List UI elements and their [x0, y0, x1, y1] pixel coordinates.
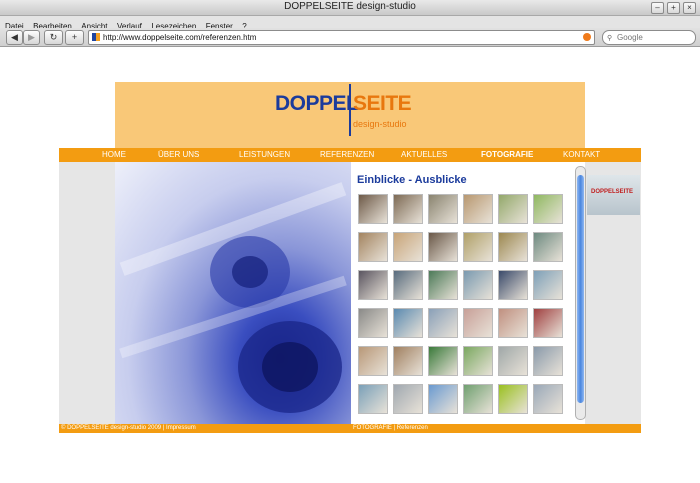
search-input[interactable] — [617, 31, 689, 43]
gallery-thumbnail[interactable] — [463, 346, 493, 376]
logo-seite[interactable]: SEITE — [353, 92, 412, 116]
gallery-thumbnail[interactable] — [393, 384, 423, 414]
window-controls: – + × — [651, 2, 696, 14]
nav-referenzen[interactable]: REFERENZEN — [320, 150, 374, 159]
url-input[interactable] — [103, 31, 563, 43]
logo-doppel[interactable]: DOPPEL — [275, 92, 359, 116]
rss-icon[interactable] — [583, 33, 591, 41]
gallery-thumbnail[interactable] — [358, 384, 388, 414]
gallery-thumbnail[interactable] — [358, 308, 388, 338]
gallery-thumbnail[interactable] — [533, 346, 563, 376]
gallery-thumbnail[interactable] — [533, 384, 563, 414]
forward-button[interactable]: ▶ — [23, 30, 40, 45]
gallery-thumbnail[interactable] — [498, 232, 528, 262]
search-icon: ⚲ — [607, 35, 613, 42]
gallery-title: Einblicke - Ausblicke — [357, 174, 467, 186]
nav-fotografie[interactable]: FOTOGRAFIE — [481, 150, 533, 159]
gallery-thumbnail[interactable] — [393, 270, 423, 300]
gallery-thumbnail[interactable] — [358, 194, 388, 224]
gallery-scrollbar[interactable] — [575, 166, 586, 420]
nav-kontakt[interactable]: KONTAKT — [563, 150, 600, 159]
gallery-panel: Einblicke - Ausblicke — [351, 162, 585, 424]
gallery-thumbnail[interactable] — [358, 346, 388, 376]
machine-photo — [115, 162, 351, 424]
reload-button[interactable]: ↻ — [44, 30, 63, 45]
gallery-thumbnail[interactable] — [428, 270, 458, 300]
gallery-thumbnail[interactable] — [393, 308, 423, 338]
window-title: DOPPELSEITE design-studio — [284, 1, 416, 12]
maximize-button[interactable]: + — [667, 2, 680, 14]
machine-illustration — [119, 182, 347, 413]
page-content: DOPPEL SEITE design-studio HOME ÜBER UNS… — [0, 47, 700, 483]
gallery-thumbnail[interactable] — [498, 270, 528, 300]
footer-copyright[interactable]: © DOPPELSEITE design-studio 2009 | Impre… — [61, 425, 196, 431]
gallery-thumbnail[interactable] — [533, 232, 563, 262]
logo-subtitle: design-studio — [353, 119, 407, 129]
gallery-thumbnail[interactable] — [463, 194, 493, 224]
left-margin-panel — [59, 162, 115, 424]
gallery-thumbnail[interactable] — [358, 232, 388, 262]
browser-titlebar: DOPPELSEITE design-studio – + × — [0, 0, 700, 16]
preview-label: DOPPELSEITE — [591, 189, 634, 195]
gallery-thumbnail[interactable] — [393, 232, 423, 262]
gallery-thumbnail[interactable] — [428, 308, 458, 338]
gallery-thumbnail[interactable] — [428, 232, 458, 262]
minimize-button[interactable]: – — [651, 2, 664, 14]
search-box[interactable]: ⚲ — [602, 30, 696, 45]
scrollbar-thumb[interactable] — [577, 175, 584, 403]
gallery-thumbnail[interactable] — [393, 346, 423, 376]
gallery-thumbnail[interactable] — [463, 308, 493, 338]
site-favicon-icon — [92, 33, 100, 41]
gallery-thumbnail[interactable] — [463, 384, 493, 414]
close-button[interactable]: × — [683, 2, 696, 14]
gallery-thumbnail[interactable] — [358, 270, 388, 300]
gallery-thumbnail[interactable] — [498, 194, 528, 224]
nav-home[interactable]: HOME — [102, 150, 126, 159]
site-navigation: HOME ÜBER UNS LEISTUNGEN REFERENZEN AKTU… — [59, 148, 641, 162]
browser-toolbar: ◀ ▶ ↻ + ⚲ — [0, 28, 700, 47]
menu-bar: Datei Bearbeiten Ansicht Verlauf Lesezei… — [0, 16, 700, 31]
nav-ueber-uns[interactable]: ÜBER UNS — [158, 150, 199, 159]
gallery-thumbnail[interactable] — [428, 346, 458, 376]
gallery-thumbnail[interactable] — [463, 232, 493, 262]
back-button[interactable]: ◀ — [6, 30, 23, 45]
gallery-thumbnail[interactable] — [533, 194, 563, 224]
address-bar[interactable] — [88, 30, 595, 45]
nav-aktuelles[interactable]: AKTUELLES — [401, 150, 447, 159]
gallery-thumbnail[interactable] — [533, 308, 563, 338]
nav-leistungen[interactable]: LEISTUNGEN — [239, 150, 290, 159]
gallery-thumbnail[interactable] — [463, 270, 493, 300]
site-header: DOPPEL SEITE design-studio — [115, 82, 585, 148]
footer-breadcrumb[interactable]: FOTOGRAFIE | Referenzen — [353, 425, 428, 431]
gallery-thumbnail[interactable] — [393, 194, 423, 224]
preview-photo[interactable]: DOPPELSEITE — [587, 175, 640, 215]
gallery-thumbnail[interactable] — [533, 270, 563, 300]
gallery-thumbnail[interactable] — [428, 194, 458, 224]
gallery-thumbnail[interactable] — [498, 346, 528, 376]
gallery-thumbnail[interactable] — [498, 308, 528, 338]
gallery-thumbnail[interactable] — [498, 384, 528, 414]
gallery-thumbnail[interactable] — [428, 384, 458, 414]
add-bookmark-button[interactable]: + — [65, 30, 84, 45]
site-footer: © DOPPELSEITE design-studio 2009 | Impre… — [59, 424, 641, 433]
